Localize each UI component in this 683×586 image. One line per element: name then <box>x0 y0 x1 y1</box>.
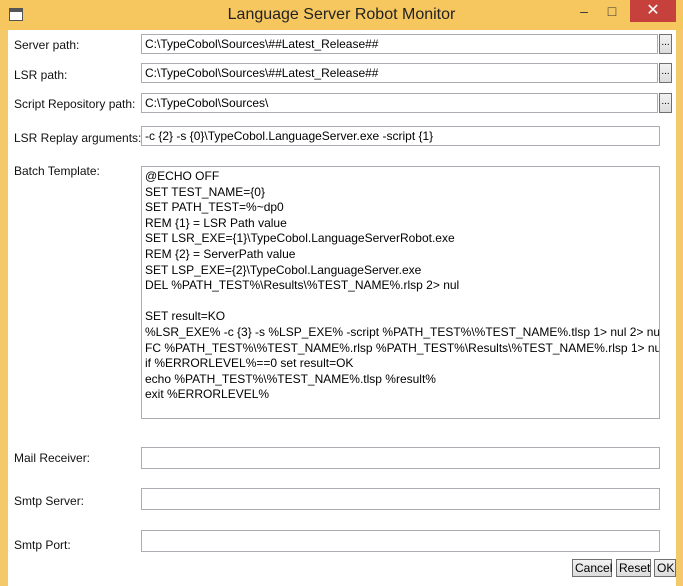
batch-template-textarea[interactable]: @ECHO OFF SET TEST_NAME={0} SET PATH_TES… <box>141 166 660 419</box>
script-repo-path-label: Script Repository path: <box>14 97 136 111</box>
mail-receiver-label: Mail Receiver: <box>14 451 91 465</box>
lsr-replay-args-label: LSR Replay arguments: <box>14 131 142 145</box>
server-path-label: Server path: <box>14 38 80 52</box>
lsr-replay-args-input[interactable]: -c {2} -s {0}\TypeCobol.LanguageServer.e… <box>141 126 660 146</box>
batch-template-label: Batch Template: <box>14 164 100 178</box>
script-repo-path-browse-button[interactable]: ... <box>659 93 672 113</box>
smtp-port-input[interactable] <box>141 530 660 552</box>
close-button[interactable]: ✕ <box>630 0 676 22</box>
maximize-button[interactable]: □ <box>600 0 624 22</box>
smtp-port-label: Smtp Port: <box>14 538 71 552</box>
server-path-browse-button[interactable]: ... <box>659 34 672 54</box>
minimize-button[interactable]: – <box>572 0 596 22</box>
dialog-body: Server path: C:\TypeCobol\Sources\##Late… <box>8 30 676 586</box>
server-path-input[interactable]: C:\TypeCobol\Sources\##Latest_Release## <box>141 34 658 54</box>
lsr-path-browse-button[interactable]: ... <box>659 63 672 83</box>
reset-button[interactable]: Reset <box>616 559 651 577</box>
lsr-path-label: LSR path: <box>14 68 68 82</box>
cancel-button[interactable]: Cancel <box>572 559 612 577</box>
script-repo-path-input[interactable]: C:\TypeCobol\Sources\ <box>141 93 658 113</box>
ok-button[interactable]: OK <box>654 559 676 577</box>
smtp-server-label: Smtp Server: <box>14 494 85 508</box>
smtp-server-input[interactable] <box>141 488 660 510</box>
mail-receiver-input[interactable] <box>141 447 660 469</box>
title-bar: Language Server Robot Monitor – □ ✕ <box>0 0 683 30</box>
lsr-path-input[interactable]: C:\TypeCobol\Sources\##Latest_Release## <box>141 63 658 83</box>
